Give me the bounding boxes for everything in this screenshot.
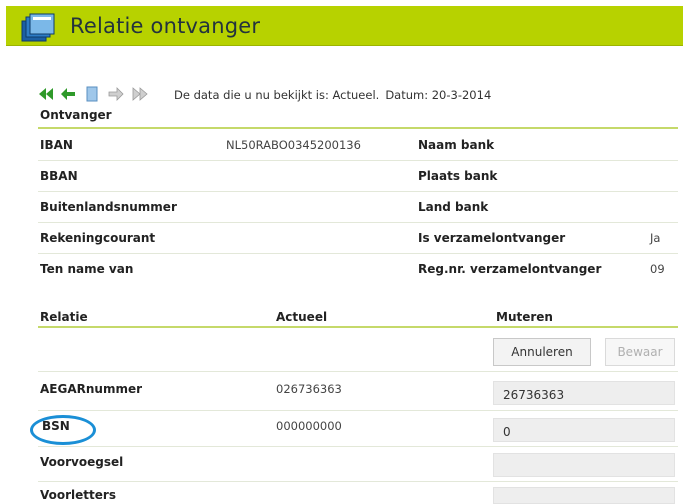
column-actueel: Actueel <box>276 310 328 324</box>
info-row-ten-name-van: Ten name van Reg.nr. verzamelontvanger 0… <box>38 254 678 285</box>
collective-recipient-label: Is verzamelontvanger <box>418 231 566 245</box>
folder-stack-icon <box>21 13 55 42</box>
row-divider <box>38 410 678 411</box>
first-icon[interactable] <box>38 86 54 102</box>
bank-city-label: Plaats bank <box>418 169 498 183</box>
bsn-highlight-circle <box>30 415 96 445</box>
section-divider <box>38 127 678 129</box>
bank-name-label: Naam bank <box>418 138 495 152</box>
row-divider <box>38 446 678 447</box>
bsn-current-value: 000000000 <box>276 419 342 433</box>
info-row-iban: IBAN NL50RABO0345200136 Naam bank <box>38 130 678 161</box>
window-title: Relatie ontvanger <box>70 14 261 38</box>
document-icon[interactable] <box>84 86 100 102</box>
cancel-button[interactable]: Annuleren <box>493 338 591 366</box>
prefix-input[interactable] <box>493 453 675 477</box>
collective-recipient-value: Ja <box>650 231 661 245</box>
last-icon[interactable] <box>132 86 148 102</box>
section-ontvanger: Ontvanger <box>40 108 112 122</box>
save-button[interactable]: Bewaar <box>605 338 675 366</box>
aegar-input[interactable]: 26736363 <box>493 381 675 405</box>
record-navigation: De data die u nu bekijkt is: Actueel. Dat… <box>38 86 678 106</box>
status-text: De data die u nu bekijkt is: Actueel. <box>174 88 380 102</box>
initials-input[interactable] <box>493 487 675 504</box>
info-row-rekeningcourant: Rekeningcourant Is verzamelontvanger Ja <box>38 223 678 254</box>
relatie-header: Relatie Actueel Muteren <box>38 302 678 328</box>
data-status: De data die u nu bekijkt is: Actueel. Dat… <box>174 88 497 102</box>
bsn-input[interactable]: 0 <box>493 418 675 442</box>
prefix-label: Voorvoegsel <box>40 455 124 469</box>
foreign-number-label: Buitenlandsnummer <box>40 200 177 214</box>
current-account-label: Rekeningcourant <box>40 231 156 245</box>
aegar-current-value: 026736363 <box>276 382 342 396</box>
bank-country-label: Land bank <box>418 200 489 214</box>
info-row-buitenland: Buitenlandsnummer Land bank <box>38 192 678 223</box>
collective-regnr-label: Reg.nr. verzamelontvanger <box>418 262 602 276</box>
column-relatie: Relatie <box>40 310 88 324</box>
info-row-bban: BBAN Plaats bank <box>38 161 678 192</box>
collective-regnr-value: 09 <box>650 262 665 276</box>
bban-label: BBAN <box>40 169 78 183</box>
account-holder-label: Ten name van <box>40 262 134 276</box>
next-icon[interactable] <box>108 86 124 102</box>
row-divider <box>38 371 678 372</box>
relatie-divider <box>38 326 678 328</box>
previous-icon[interactable] <box>60 86 76 102</box>
row-divider <box>38 481 678 482</box>
initials-label: Voorletters <box>40 488 116 502</box>
column-muteren: Muteren <box>496 310 553 324</box>
aegar-label: AEGARnummer <box>40 382 143 396</box>
iban-value: NL50RABO0345200136 <box>226 138 361 152</box>
iban-label: IBAN <box>40 138 73 152</box>
status-date: Datum: 20-3-2014 <box>385 88 492 102</box>
title-bar: Relatie ontvanger <box>6 6 683 46</box>
